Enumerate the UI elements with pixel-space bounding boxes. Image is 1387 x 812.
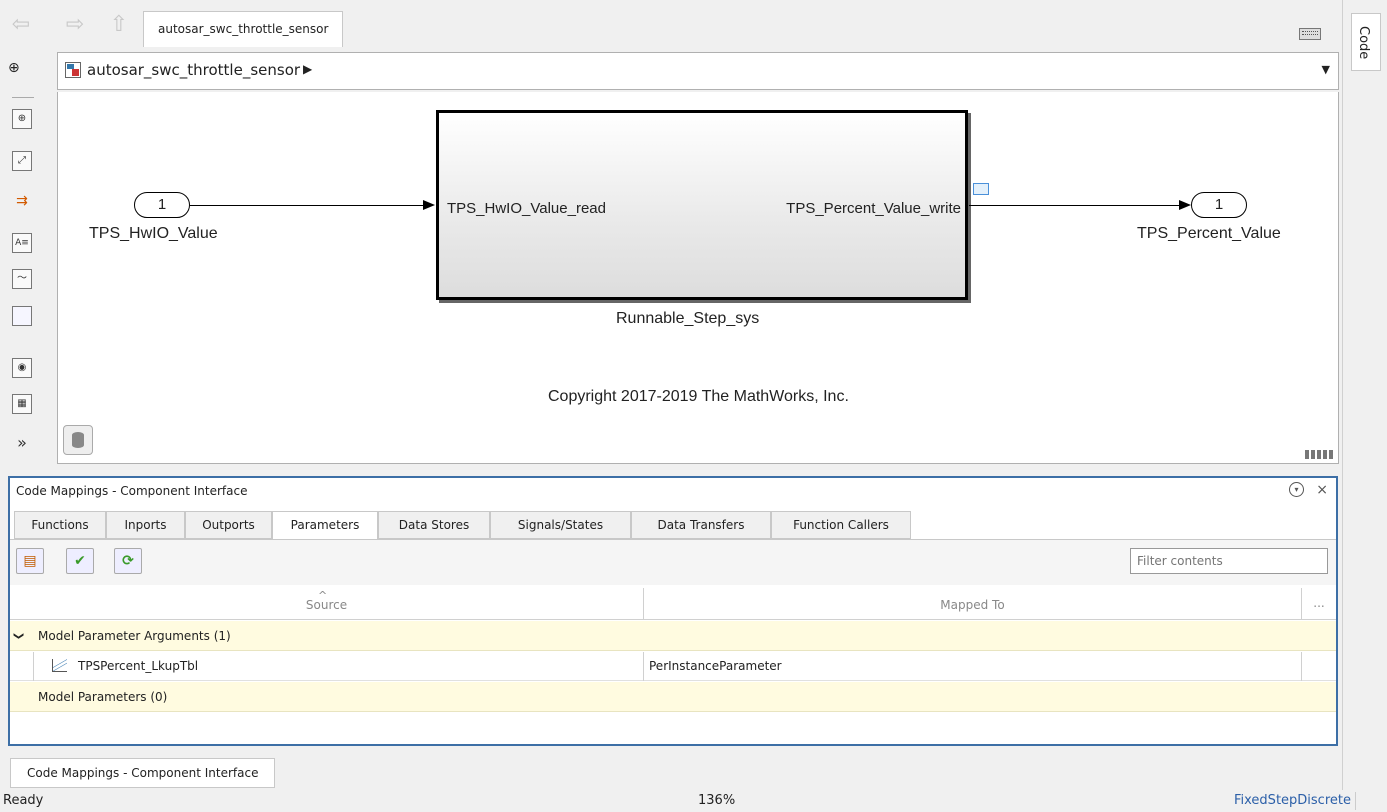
back-arrow-icon[interactable]: ⇦	[8, 14, 34, 36]
explorer-bar-grip-icon[interactable]	[1305, 450, 1333, 459]
path-arrow-icon[interactable]: ▶	[303, 62, 312, 76]
subsystem-name: Runnable_Step_sys	[616, 310, 760, 327]
zoom-level[interactable]: 136%	[698, 793, 735, 808]
tab-data-stores[interactable]: Data Stores	[378, 511, 490, 539]
inport-block[interactable]: 1	[134, 192, 190, 218]
panel-options-icon[interactable]: ▾	[1289, 482, 1304, 497]
tab-signals-states[interactable]: Signals/States	[490, 511, 631, 539]
tab-functions[interactable]: Functions	[14, 511, 106, 539]
code-mappings-panel: Code Mappings - Component Interface ▾ × …	[8, 476, 1338, 746]
tab-outports[interactable]: Outports	[185, 511, 272, 539]
zoom-icon[interactable]: ⊕	[12, 109, 32, 129]
tool-palette: ⊕ ⤢ ⇉ A≡ 〜 ◉ ▦ »	[0, 92, 55, 464]
forward-arrow-icon[interactable]: ⇨	[62, 14, 88, 36]
model-browser-toggle-area: ⊕	[0, 46, 55, 92]
tab-data-transfers[interactable]: Data Transfers	[631, 511, 771, 539]
area-icon[interactable]	[12, 306, 32, 326]
signal-badge-icon[interactable]	[973, 183, 989, 195]
bottom-panel-tab[interactable]: Code Mappings - Component Interface	[10, 758, 276, 788]
address-dropdown-icon[interactable]: ▼	[1322, 63, 1330, 76]
group-label: Model Parameters (0)	[38, 690, 168, 704]
mapping-toolbar: ▤ ✔ ⟳	[10, 539, 1336, 585]
tab-function-callers[interactable]: Function Callers	[771, 511, 911, 539]
tab-parameters[interactable]: Parameters	[272, 511, 378, 540]
outport-label: TPS_Percent_Value	[1137, 225, 1281, 242]
fit-to-view-icon[interactable]: ⤢	[12, 151, 32, 171]
configure-mapping-icon[interactable]: ▤	[16, 548, 44, 574]
row-mapped-to-cell[interactable]: PerInstanceParameter	[644, 652, 1302, 681]
refresh-icon[interactable]: ⟳	[114, 548, 142, 574]
code-view-strip: Code	[1342, 0, 1387, 790]
model-canvas[interactable]: 1 TPS_HwIO_Value TPS_HwIO_Value_read TPS…	[57, 92, 1339, 464]
solver-link[interactable]: FixedStepDiscrete	[1234, 793, 1351, 808]
input-signal-line[interactable]	[190, 205, 426, 206]
status-text: Ready	[3, 793, 44, 808]
model-data-icon[interactable]	[63, 425, 93, 455]
table-row[interactable]: TPSPercent_LkupTbl PerInstanceParameter	[10, 652, 1336, 681]
more-tools-icon[interactable]: »	[12, 434, 32, 454]
model-report-icon[interactable]: ▦	[12, 394, 32, 414]
status-divider	[1355, 792, 1356, 810]
grid-header: Source Mapped To ...	[10, 579, 1336, 620]
row-source-cell[interactable]: TPSPercent_LkupTbl	[33, 652, 644, 681]
tab-model[interactable]: autosar_swc_throttle_sensor	[143, 11, 344, 47]
copyright-annotation: Copyright 2017-2019 The MathWorks, Inc.	[548, 388, 849, 405]
inport-label: TPS_HwIO_Value	[89, 225, 218, 242]
expand-chevron-icon[interactable]: ❯	[3, 632, 33, 640]
column-mapped-to[interactable]: Mapped To	[644, 588, 1302, 620]
hide-model-browser-icon[interactable]: ⊕	[8, 60, 20, 76]
explorer-bar: ⇦ ⇨ ⇧ autosar_swc_throttle_sensor	[0, 0, 1342, 47]
subsystem-output-port-label: TPS_Percent_Value_write	[786, 200, 961, 217]
subsystem-input-port-label: TPS_HwIO_Value_read	[447, 200, 606, 217]
tab-inports[interactable]: Inports	[106, 511, 185, 539]
snapshot-icon[interactable]: ◉	[12, 358, 32, 378]
keyboard-icon[interactable]	[1299, 28, 1321, 40]
model-icon	[65, 62, 81, 78]
signal-line-icon[interactable]: ⇉	[12, 192, 32, 212]
group-row-model-parameters[interactable]: Model Parameters (0)	[10, 682, 1336, 712]
subsystem-block[interactable]: TPS_HwIO_Value_read TPS_Percent_Value_wr…	[436, 110, 968, 300]
filter-input[interactable]	[1131, 549, 1327, 573]
filter-field[interactable]	[1130, 548, 1328, 574]
input-signal-arrow-icon	[423, 200, 435, 210]
output-signal-line[interactable]	[969, 205, 1181, 206]
lookup-table-icon	[50, 658, 68, 674]
validate-icon[interactable]: ✔	[66, 548, 94, 574]
column-source[interactable]: Source	[10, 579, 644, 620]
image-icon[interactable]: 〜	[12, 269, 32, 289]
row-source-name: TPSPercent_LkupTbl	[78, 659, 199, 673]
code-view-tab[interactable]: Code	[1351, 13, 1381, 71]
close-icon[interactable]: ×	[1316, 482, 1328, 498]
palette-divider	[12, 97, 34, 98]
output-signal-arrow-icon	[1179, 200, 1191, 210]
group-label: Model Parameter Arguments (1)	[38, 629, 231, 643]
outport-block[interactable]: 1	[1191, 192, 1247, 218]
annotation-icon[interactable]: A≡	[12, 233, 32, 253]
column-more[interactable]: ...	[1302, 588, 1336, 620]
group-row-model-parameter-arguments[interactable]: ❯ Model Parameter Arguments (1)	[10, 621, 1336, 651]
up-arrow-icon[interactable]: ⇧	[106, 14, 132, 36]
code-mappings-title: Code Mappings - Component Interface	[16, 484, 248, 498]
address-path[interactable]: autosar_swc_throttle_sensor	[87, 61, 300, 79]
simulink-editor-window: ⇦ ⇨ ⇧ autosar_swc_throttle_sensor Code ⊕…	[0, 0, 1387, 812]
code-view-tab-label: Code	[1356, 26, 1371, 60]
status-bar: Ready 136% FixedStepDiscrete	[0, 790, 1387, 812]
address-bar[interactable]: autosar_swc_throttle_sensor ▶ ▼	[57, 52, 1339, 90]
